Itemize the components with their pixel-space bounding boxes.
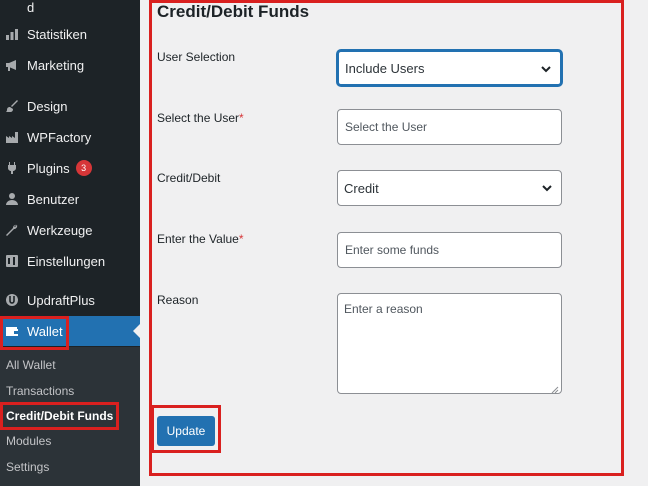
funds-value-placeholder: Enter some funds [345, 243, 440, 257]
reason-placeholder: Enter a reason [344, 302, 423, 316]
user-selection-value: Include Users [345, 60, 425, 76]
updraft-icon [5, 293, 19, 307]
sidebar-item-label: UpdraftPlus [27, 292, 95, 308]
reason-textarea[interactable]: Enter a reason [337, 293, 562, 394]
paintbrush-icon [5, 99, 19, 113]
update-button[interactable]: Update [157, 416, 215, 446]
value-label: Enter the Value* [157, 232, 244, 246]
submenu-item-settings[interactable]: Settings [6, 460, 49, 474]
sidebar-item-label: Einstellungen [27, 253, 106, 269]
sidebar-item-label: WPFactory [27, 129, 92, 145]
admin-sidebar: d Statistiken Marketing Design WPFactory… [0, 0, 140, 486]
user-icon [5, 192, 19, 206]
submenu-item-credit-debit-funds[interactable]: Credit/Debit Funds [6, 409, 113, 423]
reason-label: Reason [157, 293, 199, 307]
wrench-icon [5, 223, 19, 237]
sidebar-item-statistiken[interactable]: Statistiken [0, 19, 140, 49]
sidebar-item-label: Benutzer [27, 191, 80, 207]
sidebar-item-plugins[interactable]: Plugins 3 [0, 153, 140, 183]
select-user-placeholder: Select the User [345, 120, 428, 134]
sidebar-item-wpfactory[interactable]: WPFactory [0, 122, 140, 152]
submenu-item-transactions[interactable]: Transactions [6, 384, 74, 398]
wallet-submenu: All Wallet Transactions Credit/Debit Fun… [0, 347, 140, 486]
credit-debit-select[interactable]: Credit [337, 170, 562, 206]
user-selection-label: User Selection [157, 50, 236, 64]
funds-value-input[interactable]: Enter some funds [337, 232, 562, 268]
plug-icon [5, 161, 19, 175]
sidebar-item-label: Werkzeuge [27, 222, 93, 238]
bar-chart-icon [5, 27, 19, 41]
sidebar-item-design[interactable]: Design [0, 91, 140, 121]
current-menu-arrow [133, 324, 140, 338]
sidebar-item-label: Marketing [27, 57, 85, 73]
sidebar-item-updraftplus[interactable]: UpdraftPlus [0, 285, 140, 315]
sidebar-item-label: Plugins [27, 160, 70, 176]
sidebar-item-label: Wallet [27, 323, 63, 339]
select-user-input[interactable]: Select the User [337, 109, 562, 145]
credit-debit-label: Credit/Debit [157, 171, 221, 185]
sidebar-item-label: Design [27, 98, 68, 114]
megaphone-icon [5, 58, 19, 72]
wallet-icon [5, 324, 19, 338]
credit-debit-value: Credit [344, 180, 379, 196]
submenu-item-all-wallet[interactable]: All Wallet [6, 358, 56, 372]
sidebar-item-einstellungen[interactable]: Einstellungen [0, 246, 140, 276]
chevron-down-icon [540, 63, 552, 75]
sidebar-item-label: d [27, 0, 35, 15]
sidebar-item-label: Statistiken [27, 26, 87, 42]
submenu-item-modules[interactable]: Modules [6, 434, 51, 448]
factory-icon [5, 130, 19, 144]
resize-handle-icon[interactable] [551, 383, 559, 394]
sidebar-item-wallet[interactable]: Wallet [0, 316, 140, 346]
page-title: Credit/Debit Funds [157, 2, 310, 21]
settings-sliders-icon [5, 254, 19, 268]
user-selection-select[interactable]: Include Users [337, 50, 562, 86]
select-user-label: Select the User* [157, 111, 244, 125]
chevron-down-icon [541, 182, 553, 194]
sidebar-item-werkzeuge[interactable]: Werkzeuge [0, 215, 140, 245]
update-count-badge: 3 [75, 160, 92, 176]
sidebar-item-marketing[interactable]: Marketing [0, 50, 140, 80]
sidebar-item-benutzer[interactable]: Benutzer [0, 184, 140, 214]
